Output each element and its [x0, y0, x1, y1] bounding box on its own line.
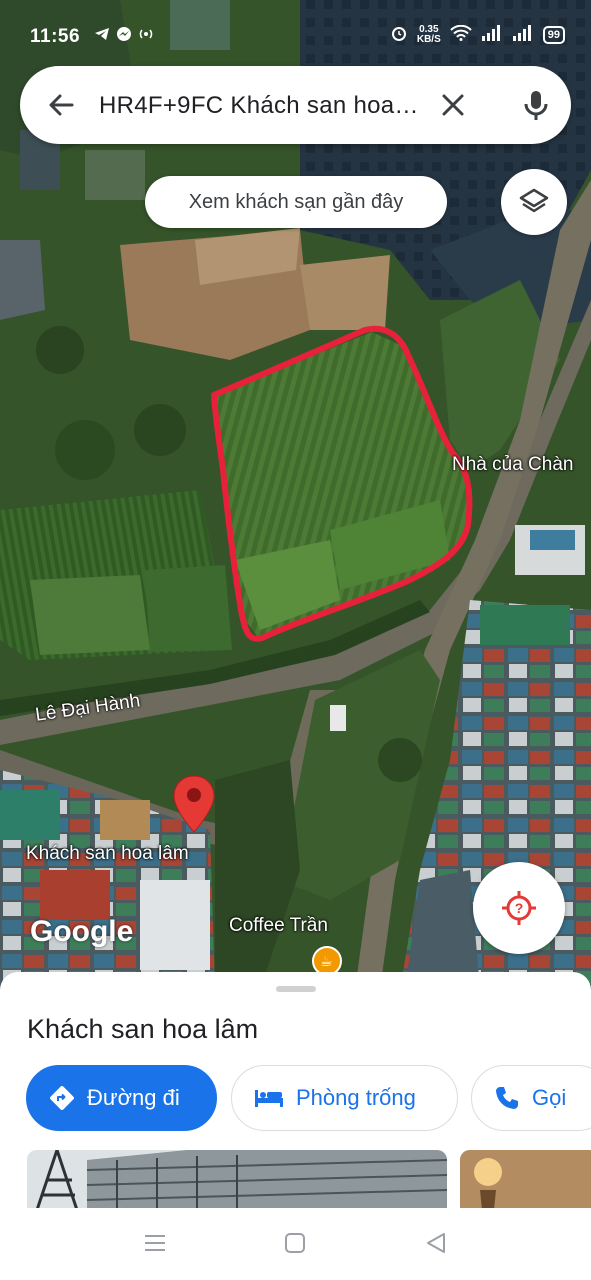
- signal-icon: [481, 25, 503, 44]
- map-view[interactable]: 11:56 0.35 KB/S 99 HR4F+9FC Khách san ho…: [0, 0, 591, 990]
- hotspot-icon: [138, 26, 154, 45]
- close-icon[interactable]: [433, 85, 473, 125]
- place-title: Khách san hoa lâm: [27, 1014, 259, 1044]
- directions-label: Đường đi: [87, 1085, 180, 1110]
- rooms-button[interactable]: Phòng trống: [231, 1065, 458, 1131]
- svg-text:?: ?: [515, 900, 524, 916]
- call-button[interactable]: Gọi: [471, 1065, 591, 1131]
- nearby-hotels-chip[interactable]: Xem khách sạn gần đây: [145, 176, 447, 228]
- call-label: Gọi: [532, 1085, 567, 1110]
- status-bar: 11:56 0.35 KB/S 99: [0, 0, 591, 70]
- place-sheet[interactable]: Khách san hoa lâm Đường đi Phòng trống G…: [0, 972, 591, 1212]
- back-arrow-icon[interactable]: [42, 85, 82, 125]
- notification-icons: [94, 26, 154, 45]
- rooms-label: Phòng trống: [296, 1085, 416, 1110]
- phone-icon: [494, 1085, 520, 1111]
- highlight-outline: [211, 325, 473, 642]
- battery-indicator: 99: [542, 25, 565, 44]
- search-query[interactable]: HR4F+9FC Khách san hoa lâm: [99, 92, 419, 120]
- place-photo[interactable]: [460, 1150, 591, 1210]
- search-bar[interactable]: HR4F+9FC Khách san hoa lâm: [20, 66, 571, 144]
- microphone-icon[interactable]: [516, 85, 556, 125]
- net-speed-value: 0.35: [419, 23, 439, 35]
- directions-button[interactable]: Đường đi: [26, 1065, 217, 1131]
- location-pin-icon[interactable]: [172, 774, 216, 839]
- map-label-hotel[interactable]: Khách san hoa lâm: [26, 843, 189, 865]
- layers-icon: [519, 188, 549, 213]
- layers-button[interactable]: [501, 169, 567, 235]
- map-label-cafe[interactable]: Coffee Trần: [229, 915, 328, 937]
- status-time: 11:56: [30, 26, 81, 47]
- alarm-icon: [390, 24, 408, 45]
- place-photo[interactable]: [27, 1150, 447, 1210]
- wifi-icon: [450, 24, 472, 44]
- network-speed: 0.35 KB/S: [416, 23, 441, 45]
- map-label-house[interactable]: Nhà của Chàn: [452, 454, 573, 476]
- locate-question-icon: ?: [502, 891, 536, 925]
- home-icon[interactable]: [284, 1232, 306, 1259]
- menu-icon[interactable]: [143, 1232, 167, 1259]
- telegram-icon: [94, 27, 110, 44]
- google-logo: Google: [30, 915, 134, 948]
- status-right-icons: 0.35 KB/S 99: [390, 24, 565, 45]
- net-speed-unit: KB/S: [416, 33, 441, 45]
- signal-icon: [512, 25, 534, 44]
- my-location-button[interactable]: ?: [473, 862, 565, 954]
- system-nav-bar: [0, 1208, 591, 1280]
- sheet-drag-handle[interactable]: [276, 986, 316, 992]
- directions-icon: [49, 1085, 75, 1111]
- messenger-icon: [116, 26, 132, 45]
- bed-icon: [254, 1087, 284, 1109]
- back-icon[interactable]: [425, 1232, 447, 1259]
